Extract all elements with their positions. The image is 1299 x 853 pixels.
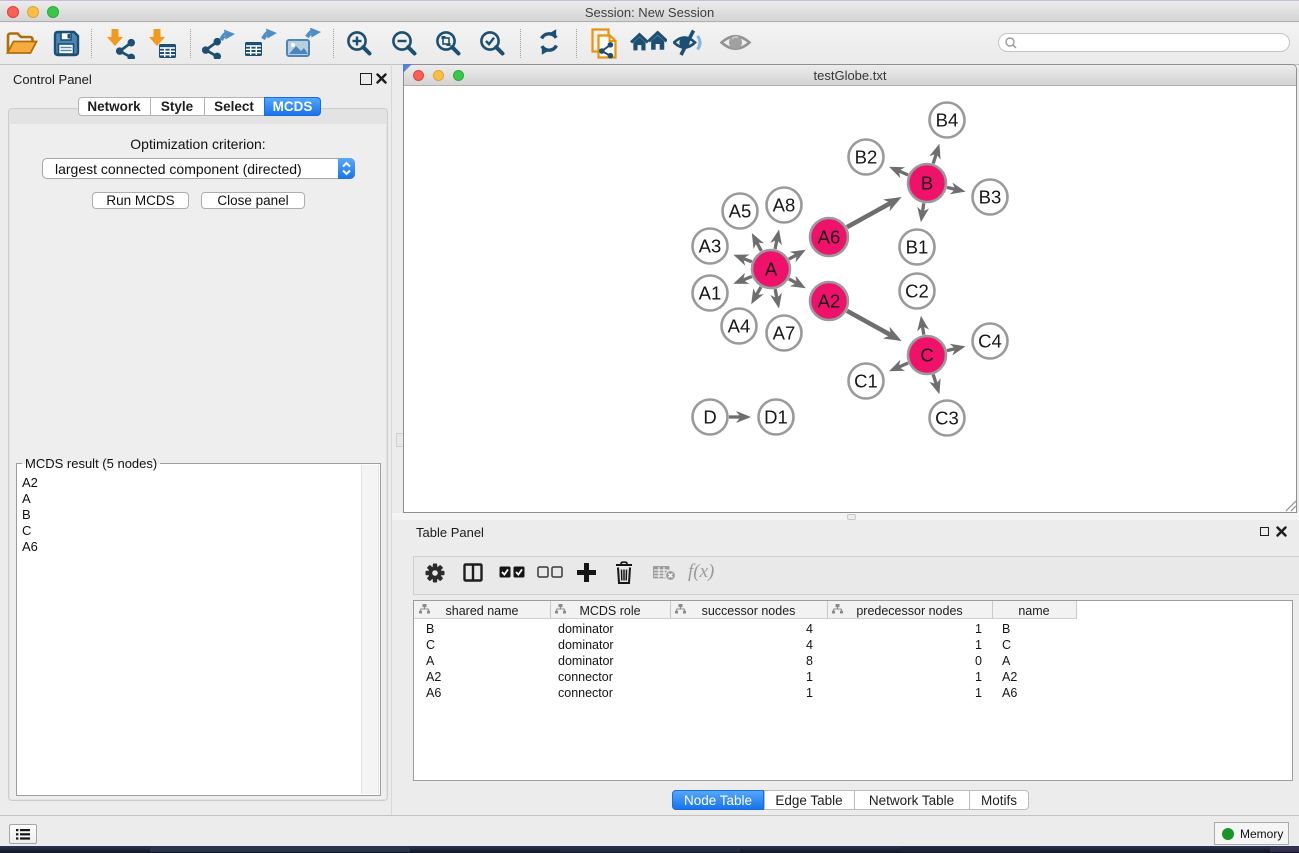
svg-text:A7: A7 <box>773 323 796 344</box>
svg-text:A3: A3 <box>699 236 722 257</box>
svg-text:C: C <box>920 345 933 366</box>
svg-text:B: B <box>921 173 933 194</box>
svg-text:A5: A5 <box>729 201 752 222</box>
svg-text:B1: B1 <box>906 237 929 258</box>
svg-text:A6: A6 <box>818 227 841 248</box>
svg-text:D: D <box>703 407 716 428</box>
svg-text:B4: B4 <box>936 110 959 131</box>
svg-text:A1: A1 <box>699 283 722 304</box>
svg-text:A8: A8 <box>773 195 796 216</box>
svg-text:A2: A2 <box>818 291 841 312</box>
svg-text:B3: B3 <box>979 187 1002 208</box>
svg-text:C1: C1 <box>854 371 878 392</box>
svg-text:C4: C4 <box>978 331 1002 352</box>
svg-text:C3: C3 <box>935 408 959 429</box>
svg-text:B2: B2 <box>855 147 878 168</box>
svg-text:D1: D1 <box>764 407 788 428</box>
svg-text:A4: A4 <box>728 316 751 337</box>
svg-text:A: A <box>765 259 778 280</box>
svg-text:C2: C2 <box>905 281 929 302</box>
